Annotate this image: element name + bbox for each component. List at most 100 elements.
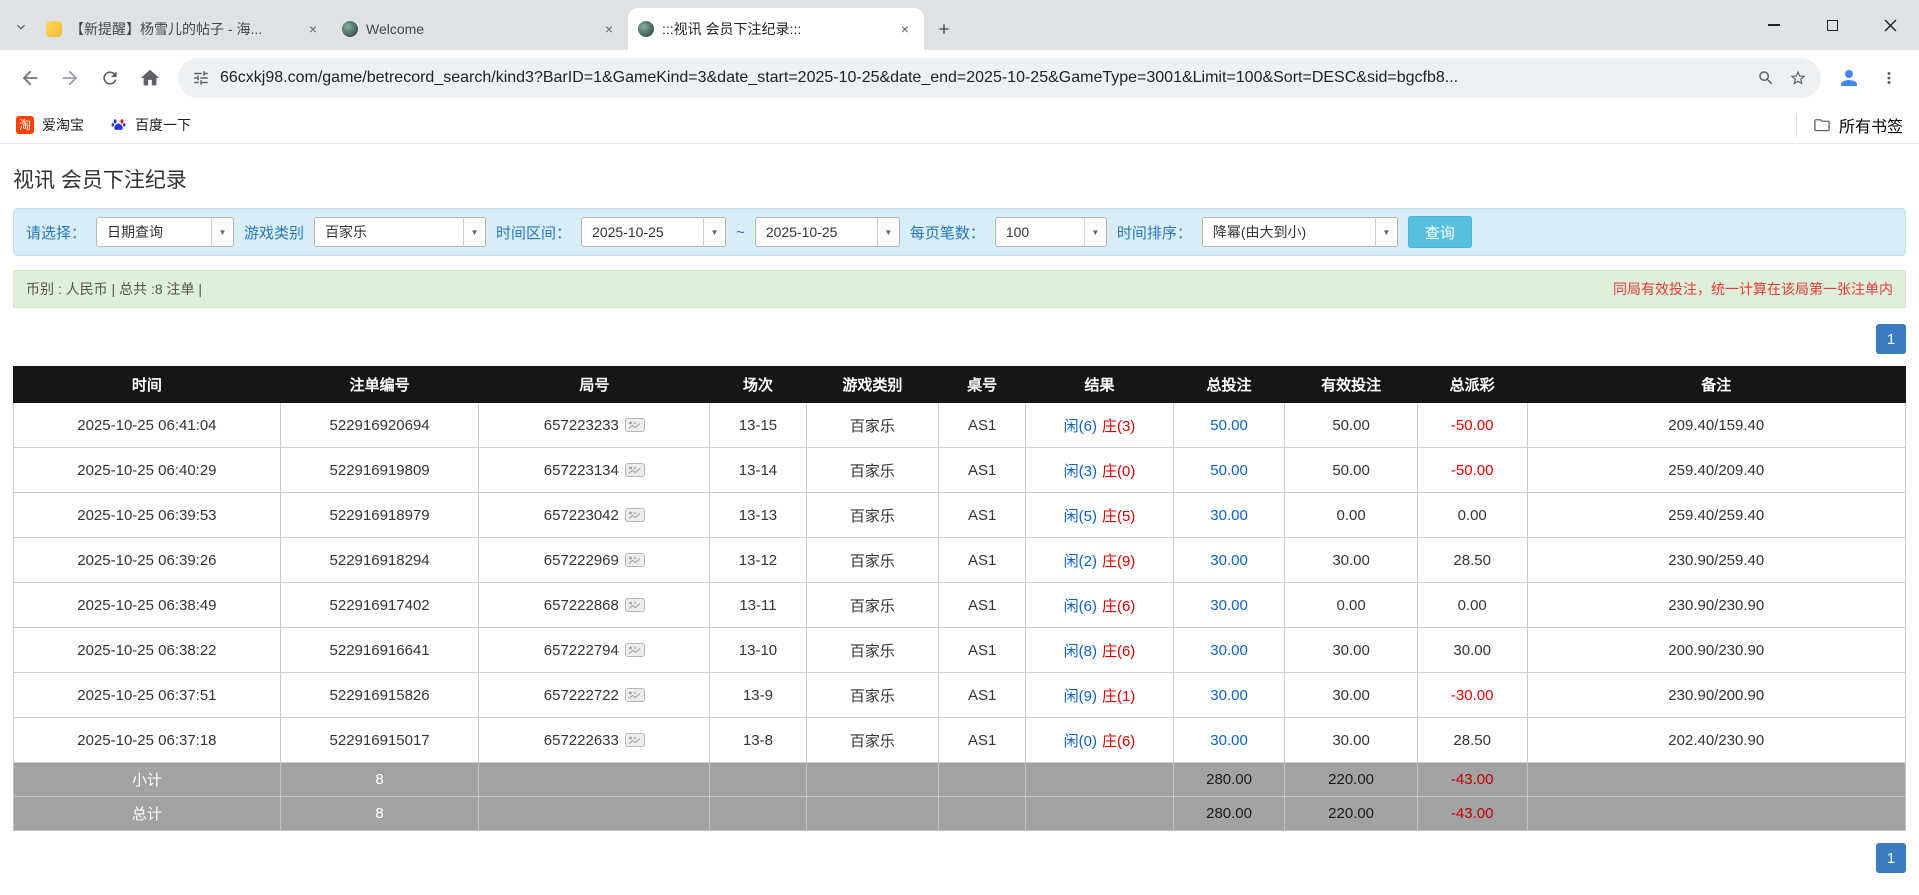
cell-total-bet: 30.00	[1173, 718, 1285, 763]
close-button[interactable]	[1861, 0, 1919, 50]
tab-close-icon[interactable]: ×	[304, 20, 322, 38]
cell-time: 2025-10-25 06:37:51	[14, 673, 281, 718]
baidu-paw-icon	[110, 116, 127, 133]
total-bet-link[interactable]: 50.00	[1210, 417, 1248, 434]
col-valid-bet: 有效投注	[1285, 367, 1417, 403]
col-bet-id: 注单编号	[280, 367, 479, 403]
total-bet-link[interactable]: 30.00	[1210, 552, 1248, 569]
total-payout: -43.00	[1417, 797, 1527, 831]
cell-result: 闲(2)庄(9)	[1026, 538, 1174, 583]
cell-session: 13-14	[710, 448, 806, 493]
round-detail-icon[interactable]	[625, 598, 645, 612]
col-time: 时间	[14, 367, 281, 403]
cell-round-id: 657222868	[479, 583, 710, 628]
cell-bet-id: 522916915826	[280, 673, 479, 718]
table-row: 2025-10-25 06:41:04 522916920694 6572232…	[14, 403, 1906, 448]
bookmark-baidu[interactable]: 百度一下	[110, 115, 191, 135]
round-id: 657222868	[544, 597, 619, 614]
minimize-button[interactable]	[1745, 0, 1803, 50]
cell-time: 2025-10-25 06:39:26	[14, 538, 281, 583]
folder-icon	[1813, 116, 1831, 134]
maximize-button[interactable]	[1803, 0, 1861, 50]
total-bet-link[interactable]: 30.00	[1210, 732, 1248, 749]
tab-welcome[interactable]: Welcome ×	[332, 8, 628, 50]
date-start-select[interactable]: 2025-10-25 ▼	[581, 217, 726, 247]
forward-button[interactable]	[50, 58, 90, 98]
empty-cell	[710, 763, 806, 797]
refresh-button[interactable]	[90, 58, 130, 98]
subtotal-row: 小计 8 280.00 220.00 -43.00	[14, 763, 1906, 797]
total-bet-link[interactable]: 30.00	[1210, 642, 1248, 659]
total-bet-link[interactable]: 30.00	[1210, 687, 1248, 704]
summary-bar: 币别 : 人民币 | 总共 :8 注单 | 同局有效投注，统一计算在该局第一张注…	[13, 270, 1906, 308]
table-body: 2025-10-25 06:41:04 522916920694 6572232…	[14, 403, 1906, 763]
game-type-select[interactable]: 百家乐 ▼	[314, 217, 486, 247]
bookmarks-bar: 淘 爱淘宝 百度一下 所有书签	[0, 106, 1919, 144]
cell-time: 2025-10-25 06:40:29	[14, 448, 281, 493]
cell-payout: 0.00	[1417, 583, 1527, 628]
round-detail-icon[interactable]	[625, 463, 645, 477]
tune-icon[interactable]	[192, 69, 210, 87]
tab-close-icon[interactable]: ×	[896, 20, 914, 38]
query-type-select[interactable]: 日期查询 ▼	[96, 217, 234, 247]
round-detail-icon[interactable]	[625, 508, 645, 522]
round-detail-icon[interactable]	[625, 733, 645, 747]
refresh-icon	[100, 68, 120, 88]
back-button[interactable]	[10, 58, 50, 98]
pagination-top: 1	[13, 324, 1906, 354]
cell-result: 闲(9)庄(1)	[1026, 673, 1174, 718]
page-size-label: 每页笔数：	[910, 222, 985, 243]
new-tab-button[interactable]	[930, 15, 958, 43]
all-bookmarks[interactable]: 所有书签	[1796, 113, 1903, 137]
page-size-select[interactable]: 100 ▼	[995, 217, 1107, 247]
cell-total-bet: 30.00	[1173, 538, 1285, 583]
bookmark-label: 百度一下	[135, 115, 191, 135]
total-bet-link[interactable]: 30.00	[1210, 597, 1248, 614]
profile-avatar[interactable]	[1829, 58, 1869, 98]
round-detail-icon[interactable]	[625, 643, 645, 657]
date-end-select[interactable]: 2025-10-25 ▼	[755, 217, 900, 247]
round-detail-icon[interactable]	[625, 688, 645, 702]
tab-close-icon[interactable]: ×	[600, 20, 618, 38]
empty-cell	[806, 797, 938, 831]
cell-payout: -30.00	[1417, 673, 1527, 718]
cell-session: 13-12	[710, 538, 806, 583]
page-1-button[interactable]: 1	[1876, 843, 1906, 873]
zoom-icon[interactable]	[1757, 69, 1775, 87]
round-detail-icon[interactable]	[625, 418, 645, 432]
bookmark-taobao[interactable]: 淘 爱淘宝	[16, 115, 84, 135]
filter-bar: 请选择： 日期查询 ▼ 游戏类别 百家乐 ▼ 时间区间： 2025-10-25 …	[13, 208, 1906, 256]
cell-game-type: 百家乐	[806, 628, 938, 673]
cell-result: 闲(6)庄(6)	[1026, 583, 1174, 628]
window-controls	[1745, 0, 1919, 50]
empty-cell	[1026, 797, 1174, 831]
col-table: 桌号	[939, 367, 1026, 403]
cell-total-bet: 50.00	[1173, 403, 1285, 448]
tab-search-button[interactable]	[6, 8, 36, 50]
cell-note: 200.90/230.90	[1527, 628, 1905, 673]
tab-forum-post[interactable]: 【新提醒】杨雪儿的帖子 - 海... ×	[36, 8, 332, 50]
col-result: 结果	[1026, 367, 1174, 403]
sort-select[interactable]: 降幂(由大到小) ▼	[1202, 217, 1398, 247]
subtotal-valid-bet: 220.00	[1285, 763, 1417, 797]
bookmark-star-icon[interactable]	[1789, 69, 1807, 87]
minimize-icon	[1768, 24, 1780, 26]
round-detail-icon[interactable]	[625, 553, 645, 567]
home-button[interactable]	[130, 58, 170, 98]
cell-time: 2025-10-25 06:41:04	[14, 403, 281, 448]
betrecord-favicon	[638, 21, 654, 37]
search-button[interactable]: 查询	[1408, 216, 1472, 248]
menu-button[interactable]	[1869, 58, 1909, 98]
page-1-button[interactable]: 1	[1876, 324, 1906, 354]
maximize-icon	[1827, 20, 1838, 31]
total-bet-link[interactable]: 30.00	[1210, 507, 1248, 524]
total-bet-link[interactable]: 50.00	[1210, 462, 1248, 479]
cell-note: 230.90/259.40	[1527, 538, 1905, 583]
chevron-down-icon: ▼	[877, 218, 899, 246]
url-bar[interactable]: 66cxkj98.com/game/betrecord_search/kind3…	[178, 58, 1821, 98]
cell-valid-bet: 0.00	[1285, 583, 1417, 628]
cell-valid-bet: 30.00	[1285, 718, 1417, 763]
tab-bet-records[interactable]: :::视讯 会员下注纪录::: ×	[628, 8, 924, 50]
tab-title: :::视讯 会员下注纪录:::	[662, 19, 888, 39]
cell-session: 13-8	[710, 718, 806, 763]
